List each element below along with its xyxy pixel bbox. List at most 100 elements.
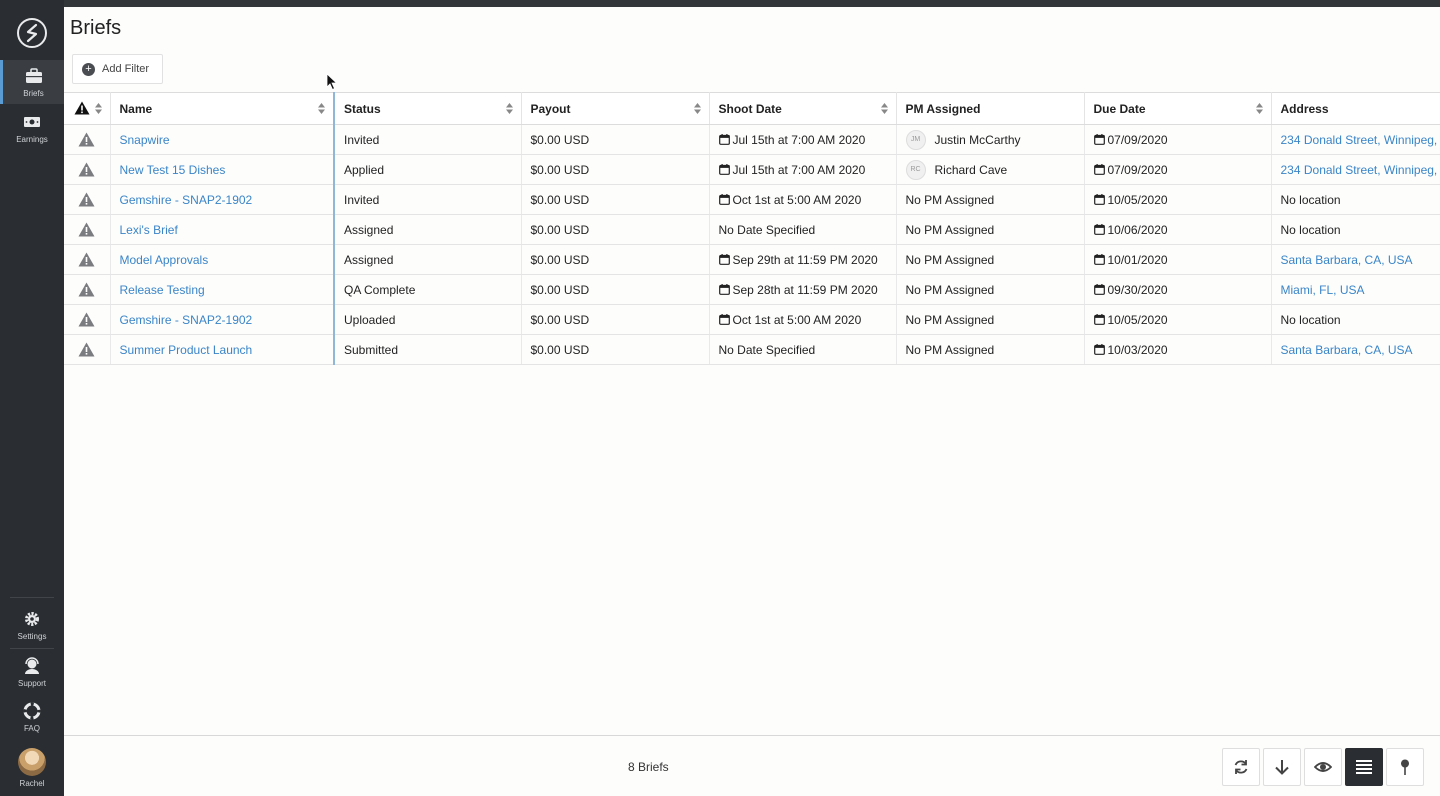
download-button[interactable] <box>1263 748 1301 786</box>
column-header-pm-assigned[interactable]: PM Assigned <box>896 92 1085 125</box>
address-cell[interactable]: Santa Barbara, CA, USA <box>1271 244 1440 275</box>
due-date-text: 10/05/2020 <box>1107 312 1168 327</box>
table-row[interactable]: Gemshire - SNAP2-1902 Invited $0.00 USD Oct… <box>64 184 1440 215</box>
pm-assigned-cell: JM Justin McCarthy <box>896 124 1085 155</box>
brief-name-link[interactable]: Summer Product Launch <box>120 343 253 357</box>
sort-icon[interactable] <box>318 103 325 114</box>
brief-name-link[interactable]: New Test 15 Dishes <box>120 163 226 177</box>
column-header-warning[interactable] <box>64 92 111 125</box>
due-date-cell: 07/09/2020 <box>1084 154 1272 185</box>
due-date-text: 07/09/2020 <box>1107 162 1168 177</box>
address-cell[interactable]: Miami, FL, USA <box>1271 274 1440 305</box>
briefs-table: Name Status Payout Shoot Date PM Assigne… <box>64 92 1440 365</box>
address-text: No location <box>1280 312 1341 327</box>
column-header-payout[interactable]: Payout <box>521 92 710 125</box>
column-header-status[interactable]: Status <box>334 92 522 125</box>
pm-assigned-cell: No PM Assigned <box>896 184 1085 215</box>
table-row[interactable]: Release Testing QA Complete $0.00 USD Sep 2… <box>64 274 1440 305</box>
briefcase-icon <box>25 67 42 83</box>
address-cell: No location <box>1271 304 1440 335</box>
sort-icon[interactable] <box>693 103 701 114</box>
payout-cell: $0.00 USD <box>521 334 710 365</box>
address-text[interactable]: 234 Donald Street, Winnipeg, MB <box>1281 133 1440 147</box>
address-text[interactable]: Santa Barbara, CA, USA <box>1281 343 1413 357</box>
brief-name-link[interactable]: Model Approvals <box>120 253 209 267</box>
brief-name-link[interactable]: Snapwire <box>120 133 170 147</box>
table-row[interactable]: Gemshire - SNAP2-1902 Uploaded $0.00 USD Oc… <box>64 304 1440 335</box>
due-date-text: 10/05/2020 <box>1107 192 1168 207</box>
column-header-address[interactable]: Address <box>1271 92 1440 125</box>
calendar-icon <box>1093 343 1105 355</box>
sort-icon[interactable] <box>880 103 888 114</box>
pm-name: No PM Assigned <box>905 192 995 207</box>
address-text[interactable]: Miami, FL, USA <box>1281 283 1365 297</box>
table-header-row: Name Status Payout Shoot Date PM Assigne… <box>64 92 1440 125</box>
sort-icon[interactable] <box>94 103 102 114</box>
brief-name-cell[interactable]: Model Approvals <box>110 244 335 275</box>
brief-name-link[interactable]: Gemshire - SNAP2-1902 <box>120 193 253 207</box>
sidebar-item-settings[interactable]: Settings <box>0 603 64 647</box>
pm-name: Justin McCarthy <box>934 132 1021 147</box>
pm-name: No PM Assigned <box>905 342 995 357</box>
table-row[interactable]: Snapwire Invited $0.00 USD Jul 15th at 7:00… <box>64 124 1440 155</box>
due-date-cell: 10/03/2020 <box>1084 334 1272 365</box>
table-row[interactable]: Model Approvals Assigned $0.00 USD Sep 29th… <box>64 244 1440 275</box>
brief-name-link[interactable]: Gemshire - SNAP2-1902 <box>120 313 253 327</box>
column-header-name[interactable]: Name <box>110 92 335 125</box>
shoot-date-text: Jul 15th at 7:00 AM 2020 <box>732 162 866 177</box>
calendar-icon <box>718 163 730 175</box>
table-row[interactable]: Lexi's Brief Assigned $0.00 USD No Date Spe… <box>64 214 1440 245</box>
brief-name-link[interactable]: Lexi's Brief <box>120 223 178 237</box>
sidebar-item-earnings[interactable]: Earnings <box>0 106 64 150</box>
address-text[interactable]: 234 Donald Street, Winnipeg, MB <box>1281 163 1440 177</box>
brief-name-link[interactable]: Release Testing <box>120 283 205 297</box>
add-filter-label: Add Filter <box>102 63 150 75</box>
list-view-icon <box>1356 760 1372 774</box>
brief-name-cell[interactable]: Gemshire - SNAP2-1902 <box>110 184 335 215</box>
brief-name-cell[interactable]: Summer Product Launch <box>110 334 335 365</box>
list-view-button[interactable] <box>1345 748 1383 786</box>
shoot-date-text: Oct 1st at 5:00 AM 2020 <box>732 192 862 207</box>
address-text[interactable]: Santa Barbara, CA, USA <box>1281 253 1413 267</box>
brief-name-cell[interactable]: Snapwire <box>110 124 335 155</box>
table-row[interactable]: New Test 15 Dishes Applied $0.00 USD Jul 15… <box>64 154 1440 185</box>
view-toggle-button[interactable] <box>1304 748 1342 786</box>
sidebar-item-faq[interactable]: FAQ <box>0 695 64 739</box>
refresh-button[interactable] <box>1222 748 1260 786</box>
calendar-icon <box>1093 193 1105 205</box>
sort-icon[interactable] <box>1255 103 1263 114</box>
address-cell[interactable]: 234 Donald Street, Winnipeg, MB <box>1271 124 1440 155</box>
add-filter-button[interactable]: + Add Filter <box>72 54 163 84</box>
support-agent-icon <box>25 656 39 674</box>
eye-icon <box>1314 762 1332 772</box>
due-date-cell: 07/09/2020 <box>1084 124 1272 155</box>
brief-name-cell[interactable]: Gemshire - SNAP2-1902 <box>110 304 335 335</box>
status-cell: Invited <box>334 124 522 155</box>
snapwire-logo-icon[interactable] <box>16 17 48 49</box>
table-row[interactable]: Summer Product Launch Submitted $0.00 USD N… <box>64 334 1440 365</box>
calendar-icon <box>1093 253 1105 265</box>
warning-cell <box>64 334 111 365</box>
brief-name-cell[interactable]: Release Testing <box>110 274 335 305</box>
map-pin-icon <box>1401 759 1409 775</box>
map-view-button[interactable] <box>1386 748 1424 786</box>
pm-assigned-cell: No PM Assigned <box>896 274 1085 305</box>
sidebar-item-support[interactable]: Support <box>0 650 64 694</box>
shoot-date-cell: Oct 1st at 5:00 AM 2020 <box>709 184 897 215</box>
address-cell[interactable]: 234 Donald Street, Winnipeg, MB <box>1271 154 1440 185</box>
brief-name-cell[interactable]: Lexi's Brief <box>110 214 335 245</box>
sort-icon[interactable] <box>505 103 513 114</box>
column-header-shoot-date[interactable]: Shoot Date <box>709 92 897 125</box>
address-cell[interactable]: Santa Barbara, CA, USA <box>1271 334 1440 365</box>
user-avatar[interactable] <box>18 748 46 776</box>
warning-cell <box>64 304 111 335</box>
sidebar-item-briefs[interactable]: Briefs <box>0 60 64 104</box>
payout-cell: $0.00 USD <box>521 184 710 215</box>
shoot-date-text: Sep 29th at 11:59 PM 2020 <box>732 252 878 267</box>
payout-cell: $0.00 USD <box>521 274 710 305</box>
top-bar <box>0 0 1440 7</box>
column-header-due-date[interactable]: Due Date <box>1084 92 1272 125</box>
calendar-icon <box>718 193 730 205</box>
address-cell: No location <box>1271 214 1440 245</box>
brief-name-cell[interactable]: New Test 15 Dishes <box>110 154 335 185</box>
